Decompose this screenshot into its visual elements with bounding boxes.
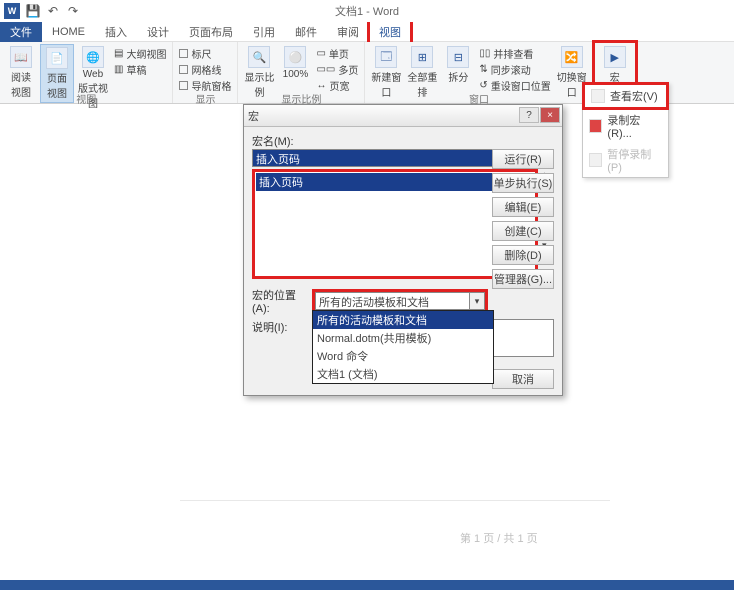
page-indicator: 第 1 页 / 共 1 页 — [460, 530, 538, 546]
run-button[interactable]: 运行(R) — [492, 149, 554, 169]
description-label: 说明(I): — [252, 319, 308, 357]
loc-option-doc1[interactable]: 文档1 (文档) — [313, 365, 493, 383]
macro-name-label: 宏名(M): — [252, 133, 554, 149]
page-view-button[interactable]: 📄页面视图 — [40, 44, 74, 103]
macro-dialog: 宏 ? × 宏名(M): 插入页码 插入页码 ▴ ▾ 运行(R) 单步执行(S)… — [243, 104, 563, 396]
tab-references[interactable]: 引用 — [243, 21, 285, 43]
view-macros-item[interactable]: 查看宏(V) — [582, 82, 669, 110]
view-macros-icon — [591, 89, 605, 103]
group-views: 📖阅读 视图 📄页面视图 🌐Web 版式视图 ▤大纲视图 ▥草稿 视图 — [0, 42, 173, 103]
read-view-button[interactable]: 📖阅读 视图 — [4, 44, 38, 101]
switch-icon: 🔀 — [561, 46, 583, 68]
macro-location-combo[interactable]: 所有的活动模板和文档 ▾ 所有的活动模板和文档 Normal.dotm(共用模板… — [312, 289, 488, 313]
record-icon — [589, 119, 602, 133]
read-icon: 📖 — [10, 46, 32, 68]
loc-option-word-cmd[interactable]: Word 命令 — [313, 347, 493, 365]
gridlines-checkbox[interactable]: 网格线 — [179, 62, 231, 77]
p100-icon: ⚪ — [284, 46, 306, 68]
word-icon: W — [4, 3, 20, 19]
status-bar — [0, 580, 734, 590]
edit-button[interactable]: 编辑(E) — [492, 197, 554, 217]
split-button[interactable]: ⊟拆分 — [441, 44, 475, 86]
split-icon: ⊟ — [447, 46, 469, 68]
draft-view-button[interactable]: ▥草稿 — [114, 62, 166, 77]
chevron-down-icon[interactable]: ▾ — [470, 292, 485, 310]
group-show: 标尺 网格线 导航窗格 显示 — [173, 42, 238, 103]
tab-mail[interactable]: 邮件 — [285, 21, 327, 43]
redo-icon[interactable]: ↷ — [66, 4, 80, 18]
macro-location-dropdown: 所有的活动模板和文档 Normal.dotm(共用模板) Word 命令 文档1… — [312, 310, 494, 384]
zoom-100-button[interactable]: ⚪100% — [278, 44, 312, 82]
group-zoom: 🔍显示比例 ⚪100% ▭单页 ▭▭多页 ↔页宽 显示比例 — [238, 42, 365, 103]
save-icon[interactable]: 💾 — [26, 4, 40, 18]
group-window: 🗔新建窗口 ⊞全部重排 ⊟拆分 ▯▯并排查看 ⇅同步滚动 ↺重设窗口位置 🔀切换… — [365, 42, 593, 103]
pause-recording-item: 暂停录制(P) — [583, 143, 668, 177]
tab-view[interactable]: 视图 — [369, 21, 411, 43]
zoom-icon: 🔍 — [248, 46, 270, 68]
document-title: 文档1 - Word — [335, 3, 399, 19]
undo-icon[interactable]: ↶ — [46, 4, 60, 18]
macro-location-label: 宏的位置(A): — [252, 287, 308, 315]
sync-scroll-button[interactable]: ⇅同步滚动 — [479, 62, 550, 77]
loc-option-normal[interactable]: Normal.dotm(共用模板) — [313, 329, 493, 347]
new-window-button[interactable]: 🗔新建窗口 — [369, 44, 403, 101]
macro-location-value: 所有的活动模板和文档 — [315, 292, 470, 310]
group-label-show: 显示 — [195, 91, 215, 106]
record-macro-item[interactable]: 录制宏(R)... — [583, 109, 668, 143]
loc-option-all[interactable]: 所有的活动模板和文档 — [313, 311, 493, 329]
page-width-button[interactable]: ↔页宽 — [316, 78, 358, 93]
delete-button[interactable]: 删除(D) — [492, 245, 554, 265]
zoom-button[interactable]: 🔍显示比例 — [242, 44, 276, 101]
tab-review[interactable]: 审阅 — [327, 21, 369, 43]
one-page-button[interactable]: ▭单页 — [316, 46, 358, 61]
group-label-views: 视图 — [76, 91, 96, 106]
pause-icon — [589, 153, 602, 167]
page-icon: 📄 — [46, 47, 68, 69]
dialog-side-buttons: 运行(R) 单步执行(S) 编辑(E) 创建(C) 删除(D) 管理器(G)..… — [492, 149, 554, 289]
tab-file[interactable]: 文件 — [0, 21, 42, 43]
web-icon: 🌐 — [82, 46, 104, 68]
multi-page-button[interactable]: ▭▭多页 — [316, 62, 358, 77]
organizer-button[interactable]: 管理器(G)... — [492, 269, 554, 289]
reset-pos-button[interactable]: ↺重设窗口位置 — [479, 78, 550, 93]
tab-insert[interactable]: 插入 — [95, 21, 137, 43]
title-bar: W 💾 ↶ ↷ 文档1 - Word — [0, 0, 734, 22]
tab-design[interactable]: 设计 — [137, 21, 179, 43]
ruler-checkbox[interactable]: 标尺 — [179, 46, 231, 61]
dialog-titlebar[interactable]: 宏 ? × — [244, 105, 562, 127]
page-edge — [180, 500, 610, 540]
dialog-help-button[interactable]: ? — [519, 107, 539, 123]
create-button[interactable]: 创建(C) — [492, 221, 554, 241]
dialog-close-button[interactable]: × — [540, 107, 560, 123]
arrange-all-button[interactable]: ⊞全部重排 — [405, 44, 439, 101]
macro-icon: ▶ — [604, 46, 626, 68]
cancel-button[interactable]: 取消 — [492, 369, 554, 389]
tab-home[interactable]: HOME — [42, 23, 95, 41]
newwin-icon: 🗔 — [375, 46, 397, 68]
step-button[interactable]: 单步执行(S) — [492, 173, 554, 193]
side-by-side-button[interactable]: ▯▯并排查看 — [479, 46, 550, 61]
outline-view-button[interactable]: ▤大纲视图 — [114, 46, 166, 61]
quick-access-toolbar: W 💾 ↶ ↷ — [0, 3, 80, 19]
arrange-icon: ⊞ — [411, 46, 433, 68]
ribbon-tabs: 文件 HOME 插入 设计 页面布局 引用 邮件 审阅 视图 — [0, 22, 734, 42]
tab-layout[interactable]: 页面布局 — [179, 21, 243, 43]
dialog-title-text: 宏 — [248, 108, 259, 124]
macros-dropdown-menu: 查看宏(V) 录制宏(R)... 暂停录制(P) — [582, 82, 669, 178]
